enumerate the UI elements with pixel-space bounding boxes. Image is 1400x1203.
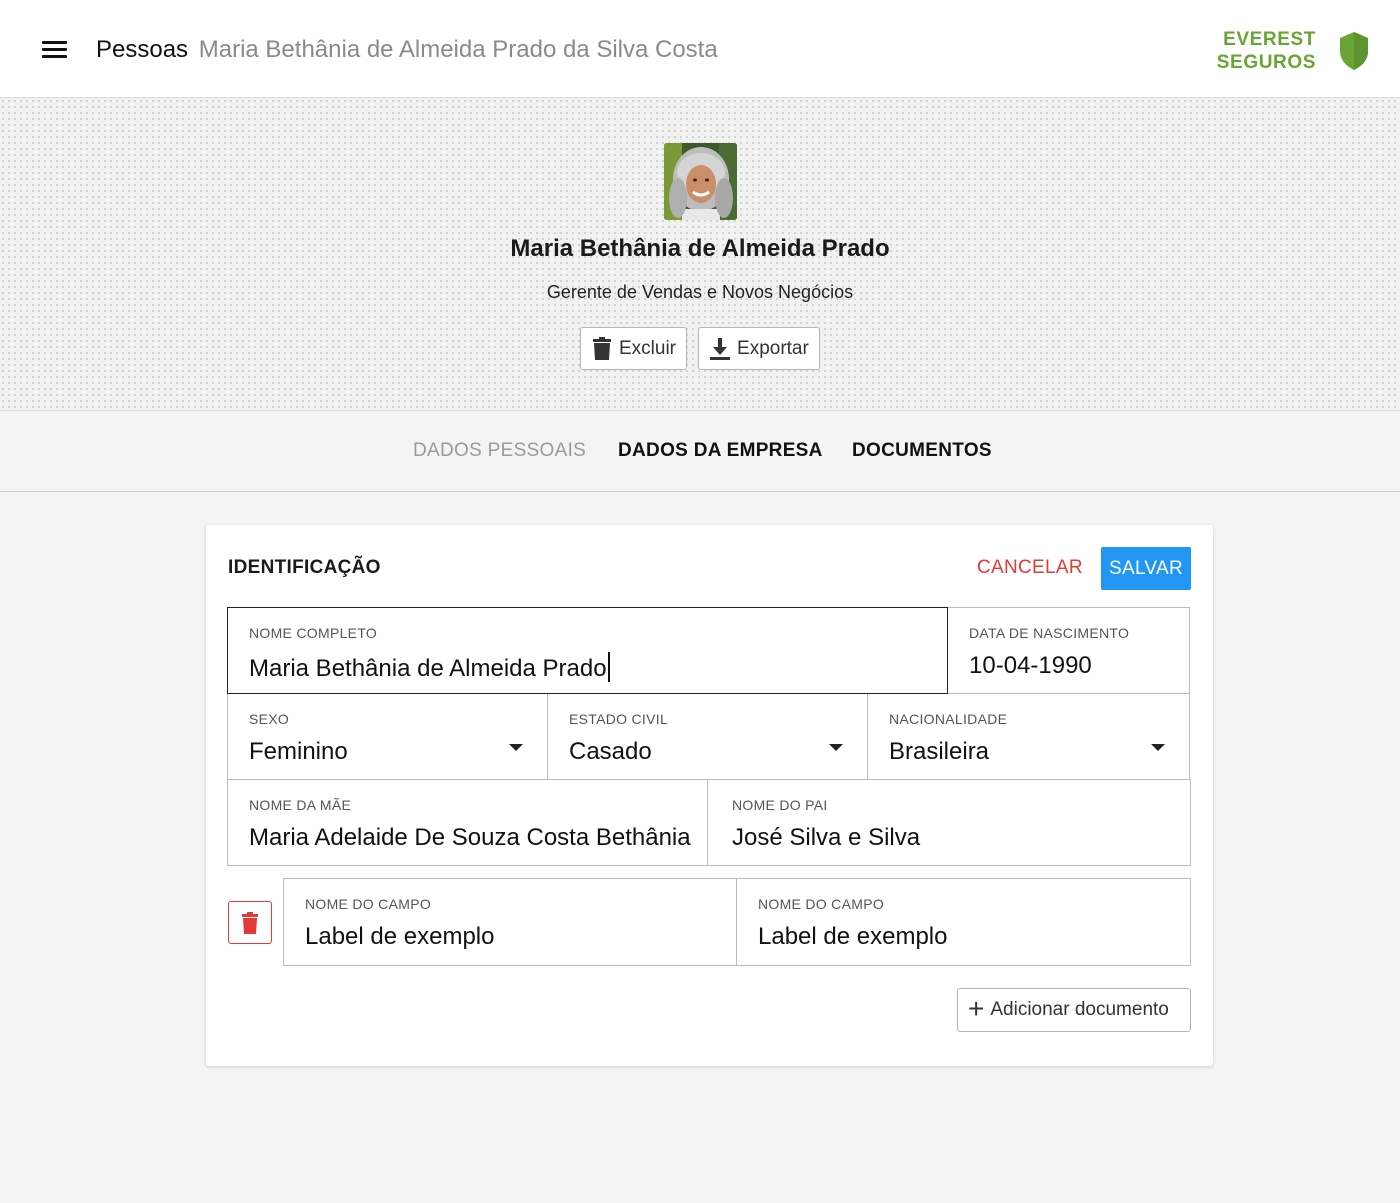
- sex-select[interactable]: SEXO Feminino: [227, 693, 548, 780]
- nationality-select[interactable]: NACIONALIDADE Brasileira: [867, 693, 1190, 780]
- marital-status-label: ESTADO CIVIL: [569, 711, 669, 727]
- birth-date-label: DATA DE NASCIMENTO: [969, 625, 1130, 641]
- nationality-value: Brasileira: [889, 738, 990, 765]
- profile-role: Gerente de Vendas e Novos Negócios: [546, 282, 854, 302]
- chevron-down-icon[interactable]: [1151, 744, 1165, 751]
- profile-header: Maria Bethânia de Almeida Prado Gerente …: [0, 98, 1400, 411]
- sex-label: SEXO: [249, 711, 290, 727]
- custom-field-value: Label de exemplo: [758, 923, 948, 950]
- full-name-label: NOME COMPLETO: [249, 625, 378, 641]
- save-button[interactable]: SALVAR: [1101, 547, 1191, 590]
- export-button-label: Exportar: [737, 337, 809, 359]
- birth-date-value: 10-04-1990: [969, 652, 1092, 679]
- custom-field-label: NOME DO CAMPO: [305, 896, 432, 912]
- form-grid: NOME COMPLETO Maria Bethânia de Almeida …: [227, 607, 1191, 866]
- custom-field[interactable]: NOME DO CAMPO Label de exemplo: [736, 878, 1191, 966]
- brand-name-line2: SEGUROS: [1216, 52, 1316, 73]
- tab-dados-pessoais[interactable]: DADOS PESSOAIS: [413, 440, 586, 462]
- avatar: [664, 143, 737, 220]
- father-name-label: NOME DO PAI: [732, 797, 828, 813]
- birth-date-field[interactable]: DATA DE NASCIMENTO 10-04-1990: [947, 607, 1190, 694]
- trash-icon: [242, 911, 258, 934]
- brand-logo: EVEREST SEGUROS: [1217, 28, 1370, 74]
- menu-icon[interactable]: [38, 38, 72, 64]
- custom-fields-row: NOME DO CAMPO Label de exemplo NOME DO C…: [283, 878, 1191, 966]
- breadcrumb-current: Maria Bethânia de Almeida Prado da Silva…: [198, 36, 718, 63]
- export-button[interactable]: Exportar: [698, 327, 820, 370]
- remove-custom-field-button[interactable]: [228, 901, 272, 944]
- breadcrumb: Pessoas Maria Bethânia de Almeida Prado …: [96, 34, 718, 66]
- full-name-field[interactable]: NOME COMPLETO Maria Bethânia de Almeida …: [227, 607, 948, 694]
- marital-status-select[interactable]: ESTADO CIVIL Casado: [547, 693, 868, 780]
- brand-name-line1: EVEREST: [1223, 29, 1316, 50]
- text-cursor: [607, 652, 610, 682]
- full-name-value: Maria Bethânia de Almeida Prado: [249, 655, 607, 682]
- tab-documentos[interactable]: DOCUMENTOS: [852, 440, 992, 462]
- custom-field[interactable]: NOME DO CAMPO Label de exemplo: [283, 878, 737, 966]
- tab-bar: DADOS PESSOAIS DADOS DA EMPRESA DOCUMENT…: [0, 411, 1400, 492]
- delete-button[interactable]: Excluir: [580, 327, 688, 370]
- mother-name-label: NOME DA MÃE: [249, 797, 352, 813]
- mother-name-field[interactable]: NOME DA MÃE Maria Adelaide De Souza Cost…: [227, 779, 708, 866]
- plus-icon: +: [968, 992, 985, 1024]
- father-name-value: José Silva e Silva: [732, 824, 921, 851]
- father-name-field[interactable]: NOME DO PAI José Silva e Silva: [707, 779, 1191, 866]
- identification-card: IDENTIFICAÇÃO CANCELAR SALVAR NOME COMPL…: [206, 525, 1213, 1066]
- add-document-button[interactable]: + Adicionar documento: [957, 988, 1191, 1032]
- cancel-button[interactable]: CANCELAR: [977, 557, 1083, 579]
- sex-value: Feminino: [249, 738, 348, 765]
- chevron-down-icon[interactable]: [509, 744, 523, 751]
- profile-name: Maria Bethânia de Almeida Prado: [510, 235, 890, 262]
- marital-status-value: Casado: [569, 738, 652, 765]
- shield-icon: [1340, 32, 1368, 70]
- trash-icon: [593, 336, 611, 360]
- custom-field-label: NOME DO CAMPO: [758, 896, 885, 912]
- top-bar: Pessoas Maria Bethânia de Almeida Prado …: [0, 0, 1400, 98]
- chevron-down-icon[interactable]: [829, 744, 843, 751]
- nationality-label: NACIONALIDADE: [889, 711, 1008, 727]
- breadcrumb-section[interactable]: Pessoas: [96, 36, 188, 63]
- mother-name-value: Maria Adelaide De Souza Costa Bethânia: [249, 824, 691, 851]
- add-document-label: Adicionar documento: [990, 999, 1169, 1020]
- download-icon: [710, 337, 731, 360]
- delete-button-label: Excluir: [619, 337, 677, 359]
- tab-dados-da-empresa[interactable]: DADOS DA EMPRESA: [618, 440, 823, 462]
- custom-field-value: Label de exemplo: [305, 923, 495, 950]
- card-title: IDENTIFICAÇÃO: [228, 557, 381, 578]
